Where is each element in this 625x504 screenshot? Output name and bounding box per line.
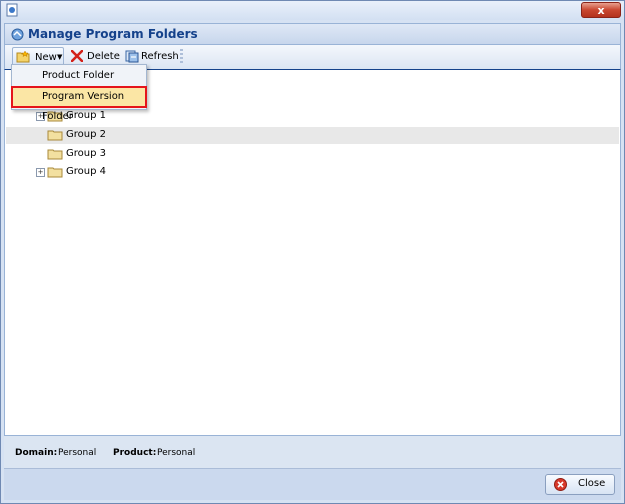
tree-item-group-3[interactable]: Group 3 [6, 146, 619, 163]
tree-item-group-2[interactable]: Group 2 [6, 127, 619, 144]
window-close-button[interactable]: x [581, 2, 621, 18]
product-label: Product: [113, 448, 157, 458]
close-icon [554, 478, 567, 491]
tree-item-label: Group 4 [66, 166, 106, 177]
tree-item-label: Group 2 [66, 129, 106, 140]
folder-icon [47, 167, 63, 178]
dialog-footer: Close [4, 468, 621, 500]
menu-item-program-version-folder[interactable]: Program Version Folder [11, 86, 147, 122]
tree-item-label: Group 3 [66, 148, 106, 159]
app-icon [6, 3, 18, 17]
folder-icon [47, 149, 63, 160]
toolbar-separator [180, 49, 183, 65]
domain-value: Personal [58, 448, 97, 458]
folder-icon [47, 130, 63, 141]
close-button-label: Close [578, 478, 606, 489]
menu-item-product-folder[interactable]: Product Folder [14, 67, 144, 85]
dialog-window: x Manage Program Folders New ▼ Delete Re… [0, 0, 625, 504]
menu-item-label: Program Version Folder [42, 91, 125, 122]
menu-item-label: Product Folder [42, 70, 115, 81]
new-dropdown-menu: Product Folder Program Version Folder [11, 64, 147, 122]
dialog-title: Manage Program Folders [28, 27, 198, 41]
refresh-icon [125, 50, 139, 63]
expand-icon[interactable]: + [36, 168, 45, 177]
domain-label: Domain: [15, 448, 58, 458]
product-value: Personal [157, 448, 196, 458]
manage-folders-icon [11, 28, 24, 41]
delete-icon [71, 50, 83, 62]
status-bar: Domain: Personal Product: Personal [4, 436, 621, 468]
new-folder-icon [16, 50, 30, 63]
title-bar: x [1, 1, 624, 20]
dialog-header: Manage Program Folders [4, 23, 621, 45]
close-button[interactable]: Close [545, 474, 615, 495]
tree-item-group-4[interactable]: + Group 4 [6, 164, 619, 181]
